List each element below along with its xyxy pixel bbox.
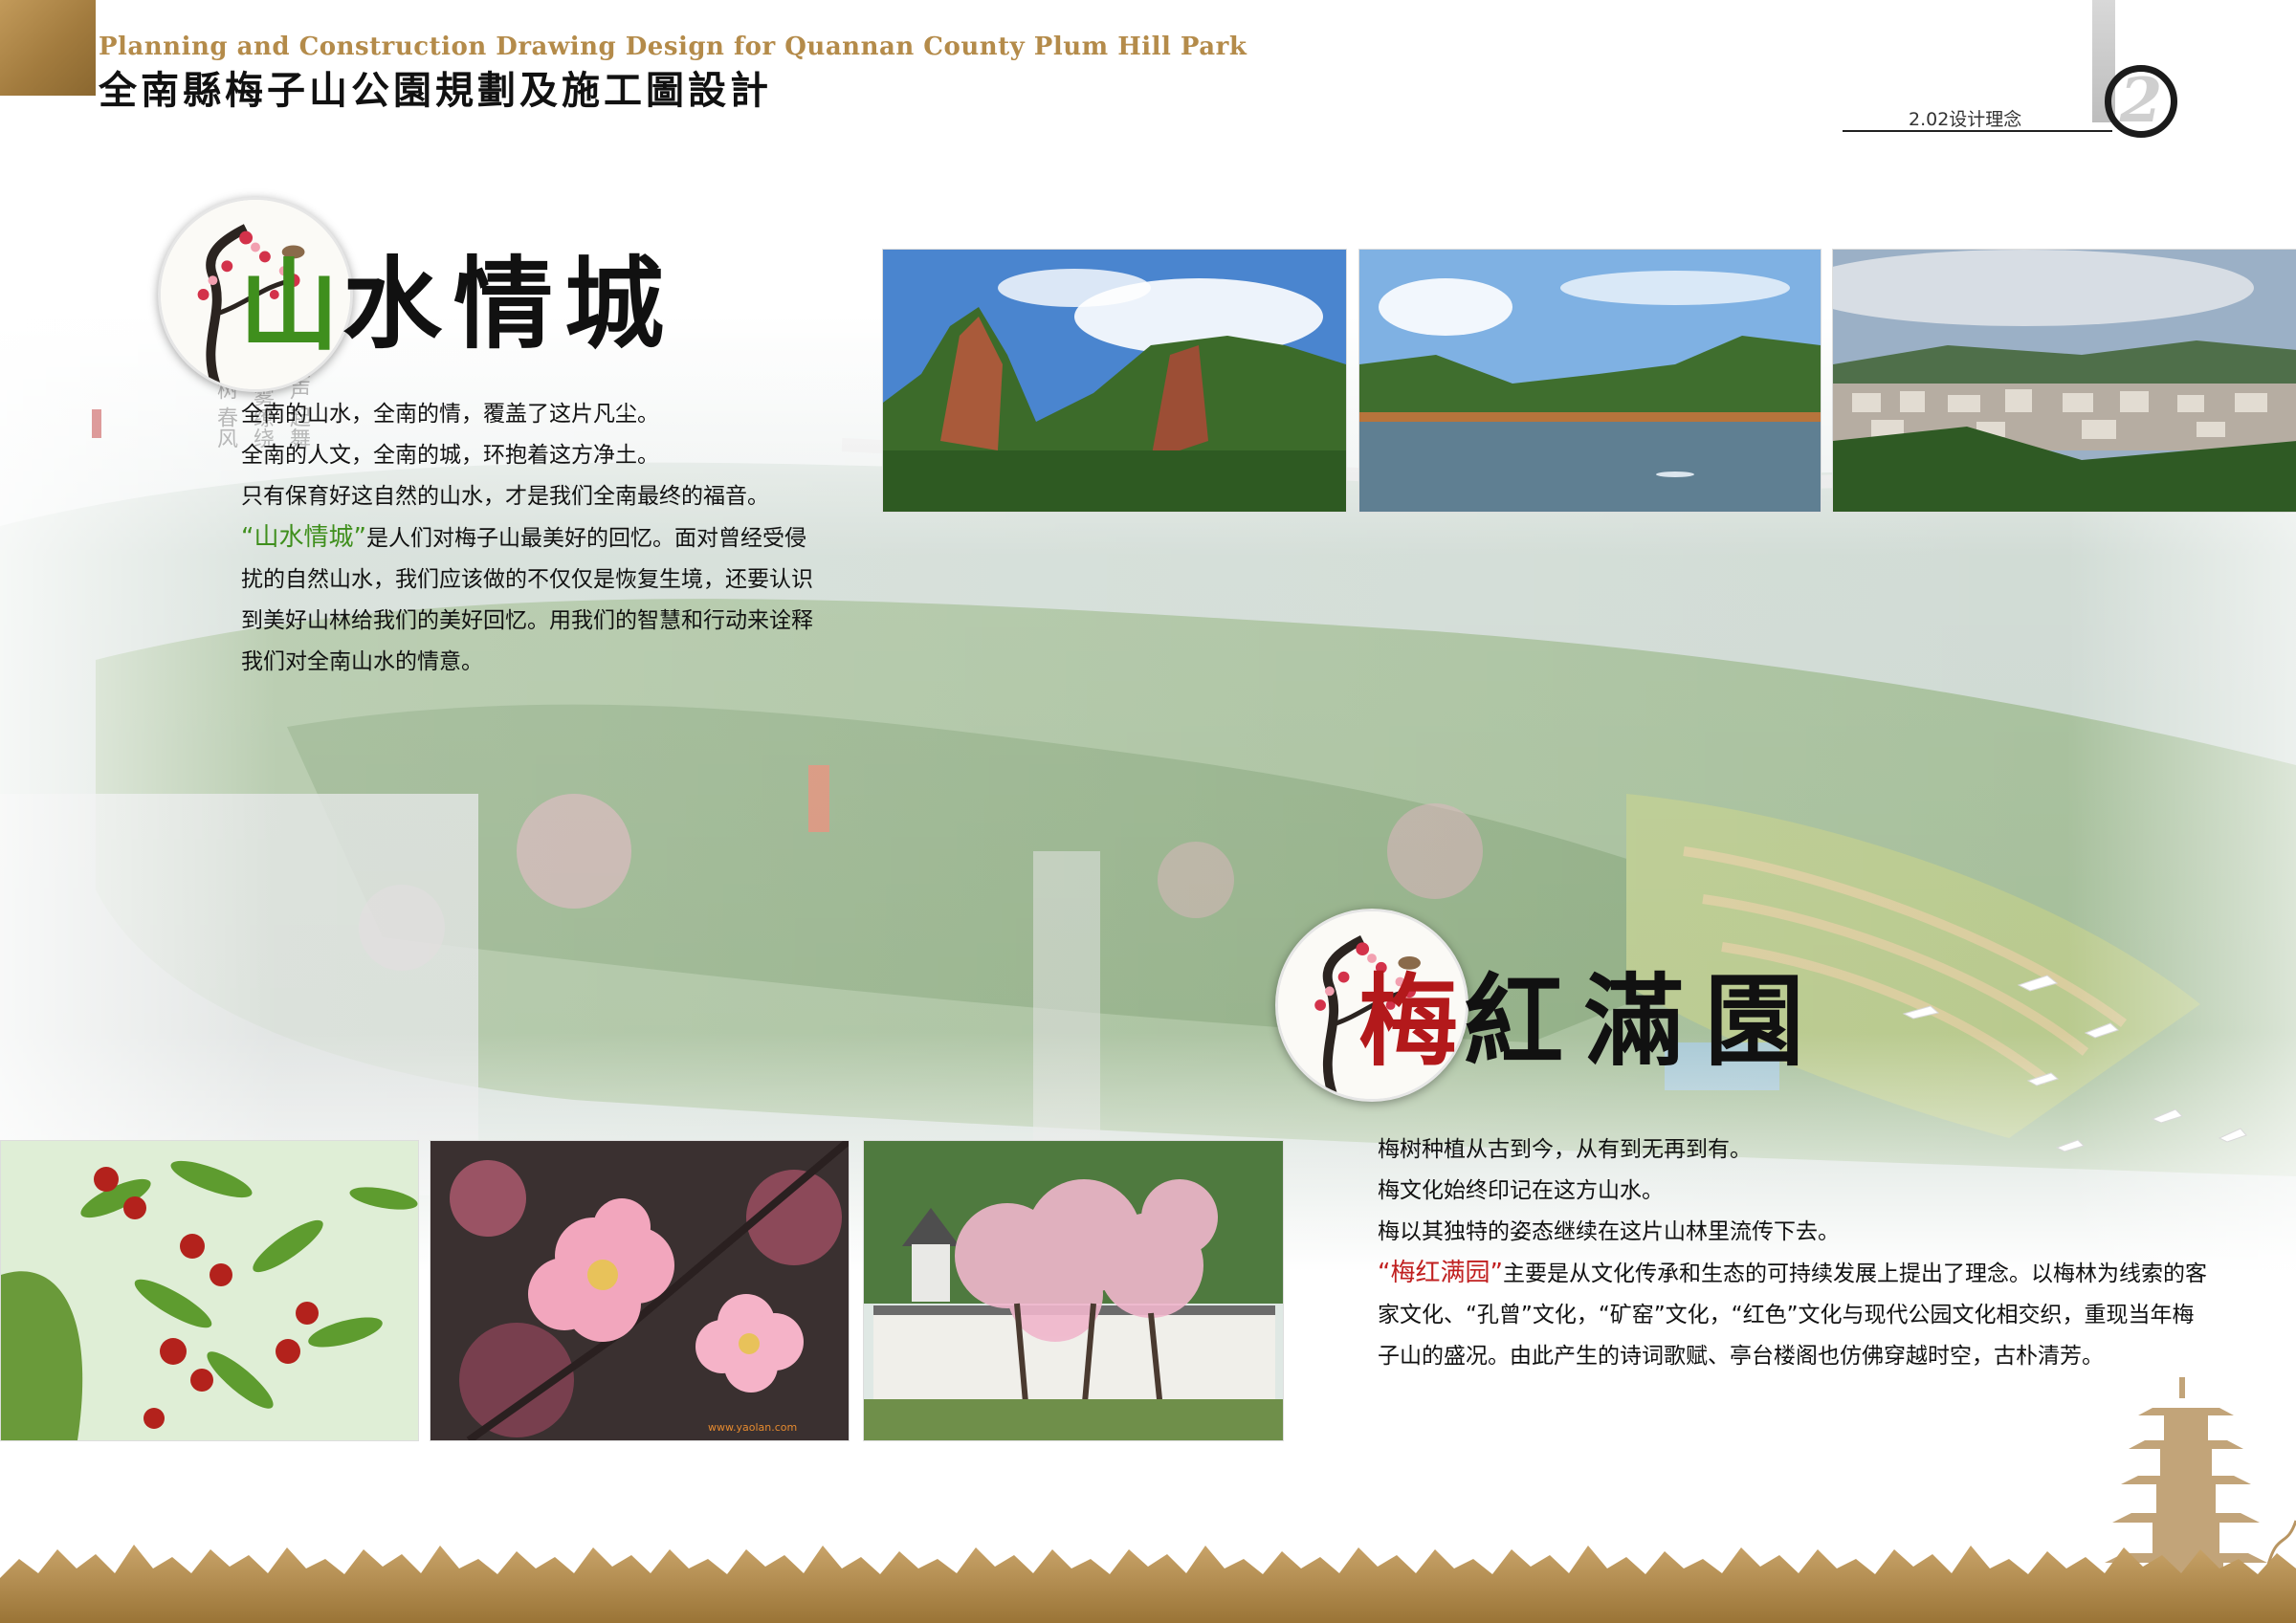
text-line: 全南的人文，全南的城，环抱着这方净土。 [241, 443, 659, 468]
highlight-phrase: “山水情城” [241, 523, 366, 552]
text-paragraph: “山水情城”是人们对梅子山最美好的回忆。面对曾经受侵扰的自然山水，我们应该做的不… [241, 517, 815, 683]
text-line: 梅树种植从古到今，从有到无再到有。 [1378, 1137, 1752, 1162]
photo-plum-fruits [0, 1140, 419, 1441]
photo-county-town [1832, 249, 2296, 513]
heading-1-rest: 水情城 [342, 245, 676, 362]
text-line: 只有保育好这自然的山水，才是我们全南最终的福音。 [241, 484, 769, 509]
heading-2-rest: 紅滿園 [1464, 962, 1826, 1080]
concept-text-2: 梅树种植从古到今，从有到无再到有。 梅文化始终印记在这方山水。 梅以其独特的姿态… [1378, 1130, 2210, 1377]
photo-plum-blossom: www.yaolan.com [430, 1140, 850, 1441]
page-title-english: Planning and Construction Drawing Design… [99, 33, 1247, 61]
heading-2-first-char: 梅 [1358, 962, 1459, 1080]
heading-1-first-char: 山 [239, 247, 340, 364]
text-line: 全南的山水，全南的情，覆盖了这片凡尘。 [241, 402, 659, 427]
page-number: 2 [2119, 65, 2163, 137]
photo-plum-garden [863, 1140, 1284, 1441]
page-title-chinese: 全南縣梅子山公園規劃及施工圖設計 [99, 68, 772, 113]
section-rule [1843, 130, 2112, 132]
highlight-phrase: “梅红满园” [1378, 1259, 1503, 1287]
photo-mountain-lake [1358, 249, 1821, 513]
section-label: 2.02设计理念 [1909, 109, 2022, 130]
corner-color-block [0, 0, 96, 96]
text-line: 梅以其独特的姿态继续在这片山林里流传下去。 [1378, 1219, 1840, 1244]
text-paragraph: “梅红满园”主要是从文化传承和生态的可持续发展上提出了理念。以梅林为线索的客家文… [1378, 1253, 2210, 1377]
text-line: 梅文化始终印记在这方山水。 [1378, 1178, 1664, 1203]
photo-danxia-mountain [882, 249, 1347, 513]
photo-watermark: www.yaolan.com [708, 1421, 797, 1434]
red-seal [92, 409, 101, 438]
bottom-decorative-band [0, 1545, 2296, 1623]
paragraph-body: 主要是从文化传承和生态的可持续发展上提出了理念。以梅林为线索的客家文化、“孔曾”… [1378, 1261, 2207, 1369]
concept-text-1: 全南的山水，全南的情，覆盖了这片凡尘。 全南的人文，全南的城，环抱着这方净土。 … [241, 394, 815, 683]
